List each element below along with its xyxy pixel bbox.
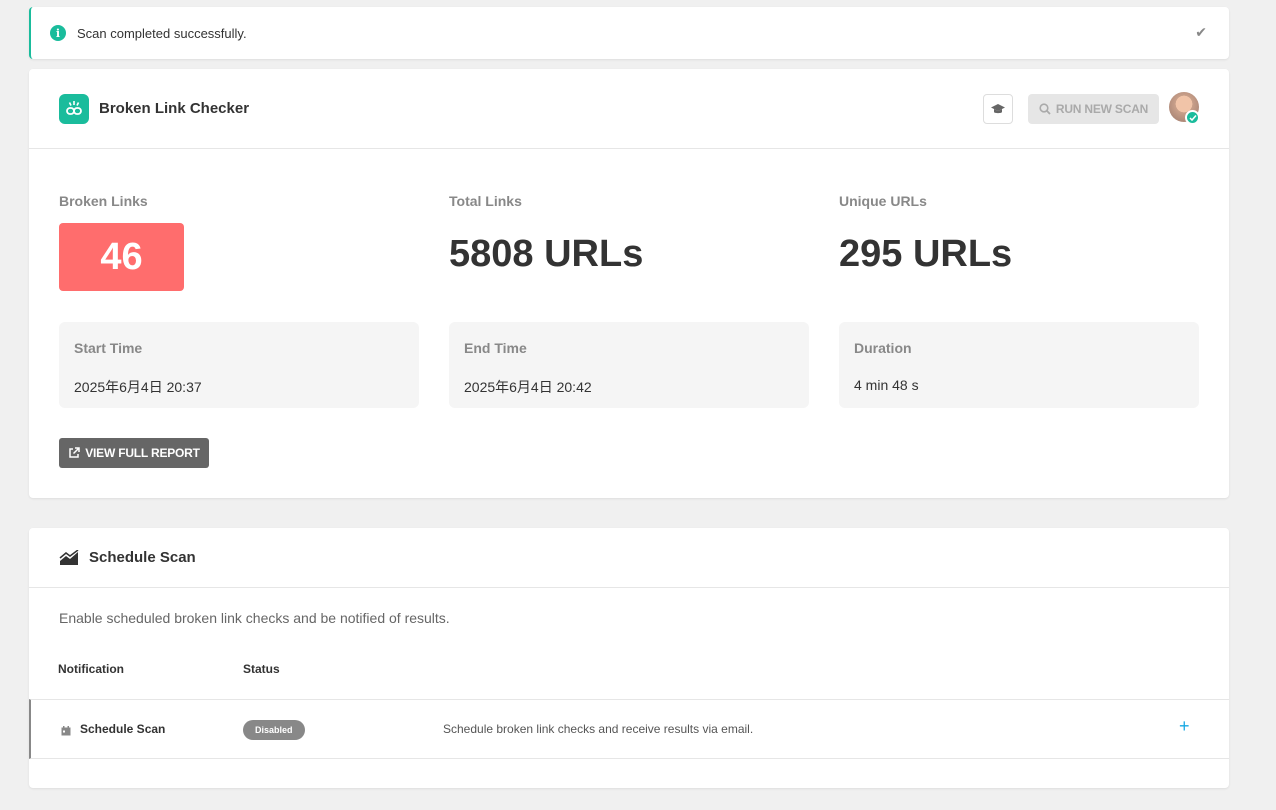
graduation-cap-icon	[991, 104, 1005, 114]
schedule-description: Enable scheduled broken link checks and …	[59, 610, 450, 626]
run-new-scan-button[interactable]: RUN NEW SCAN	[1028, 94, 1159, 124]
check-icon	[1185, 110, 1200, 125]
start-time-label: Start Time	[74, 340, 143, 356]
summary-card: Broken Link Checker RUN NEW SCAN Broken …	[29, 69, 1229, 498]
end-time-box: End Time 2025年6月4日 20:42	[449, 322, 809, 408]
start-time-value: 2025年6月4日 20:37	[74, 379, 202, 395]
duration-value: 4 min 48 s	[854, 377, 919, 393]
duration-label: Duration	[854, 340, 912, 356]
unique-urls-stat: Unique URLs 295 URLs	[839, 193, 1012, 276]
start-time-box: Start Time 2025年6月4日 20:37	[59, 322, 419, 408]
chart-area-icon	[59, 549, 79, 565]
schedule-header: Schedule Scan	[29, 528, 1229, 588]
tutorial-button[interactable]	[983, 94, 1013, 124]
end-time-value: 2025年6月4日 20:42	[464, 379, 592, 395]
end-time-label: End Time	[464, 340, 527, 356]
notice-banner: i Scan completed successfully. ✔	[29, 7, 1229, 59]
table-row[interactable]: Schedule Scan Disabled Schedule broken l…	[29, 699, 1229, 759]
card-header: Broken Link Checker RUN NEW SCAN	[29, 69, 1229, 149]
check-icon[interactable]: ✔	[1195, 24, 1207, 41]
total-links-value: 5808 URLs	[449, 233, 644, 275]
search-icon	[1039, 103, 1051, 115]
view-full-report-label: VIEW FULL REPORT	[85, 446, 200, 460]
total-links-label: Total Links	[449, 193, 522, 209]
page-title: Broken Link Checker	[99, 100, 250, 117]
broken-links-count: 46	[59, 223, 184, 291]
view-full-report-button[interactable]: VIEW FULL REPORT	[59, 438, 209, 468]
broken-links-stat: Broken Links 46	[59, 193, 184, 291]
broken-link-app-icon	[59, 93, 89, 124]
status-badge: Disabled	[243, 720, 305, 740]
unique-urls-value: 295 URLs	[839, 233, 1013, 275]
info-icon: i	[50, 25, 66, 41]
broken-links-label: Broken Links	[59, 193, 148, 209]
column-header-notification: Notification	[58, 662, 124, 676]
schedule-card: Schedule Scan Enable scheduled broken li…	[29, 528, 1229, 788]
column-header-status: Status	[243, 662, 280, 676]
duration-box: Duration 4 min 48 s	[839, 322, 1199, 408]
schedule-title: Schedule Scan	[89, 549, 196, 566]
external-link-icon	[69, 447, 80, 458]
add-schedule-button[interactable]: +	[1179, 716, 1190, 737]
total-links-stat: Total Links 5808 URLs	[449, 193, 643, 276]
row-name: Schedule Scan	[80, 722, 166, 736]
run-new-scan-label: RUN NEW SCAN	[1055, 102, 1149, 116]
row-description: Schedule broken link checks and receive …	[443, 722, 754, 736]
calendar-icon	[61, 723, 71, 741]
unique-urls-label: Unique URLs	[839, 193, 927, 209]
notice-message: Scan completed successfully.	[77, 25, 247, 41]
